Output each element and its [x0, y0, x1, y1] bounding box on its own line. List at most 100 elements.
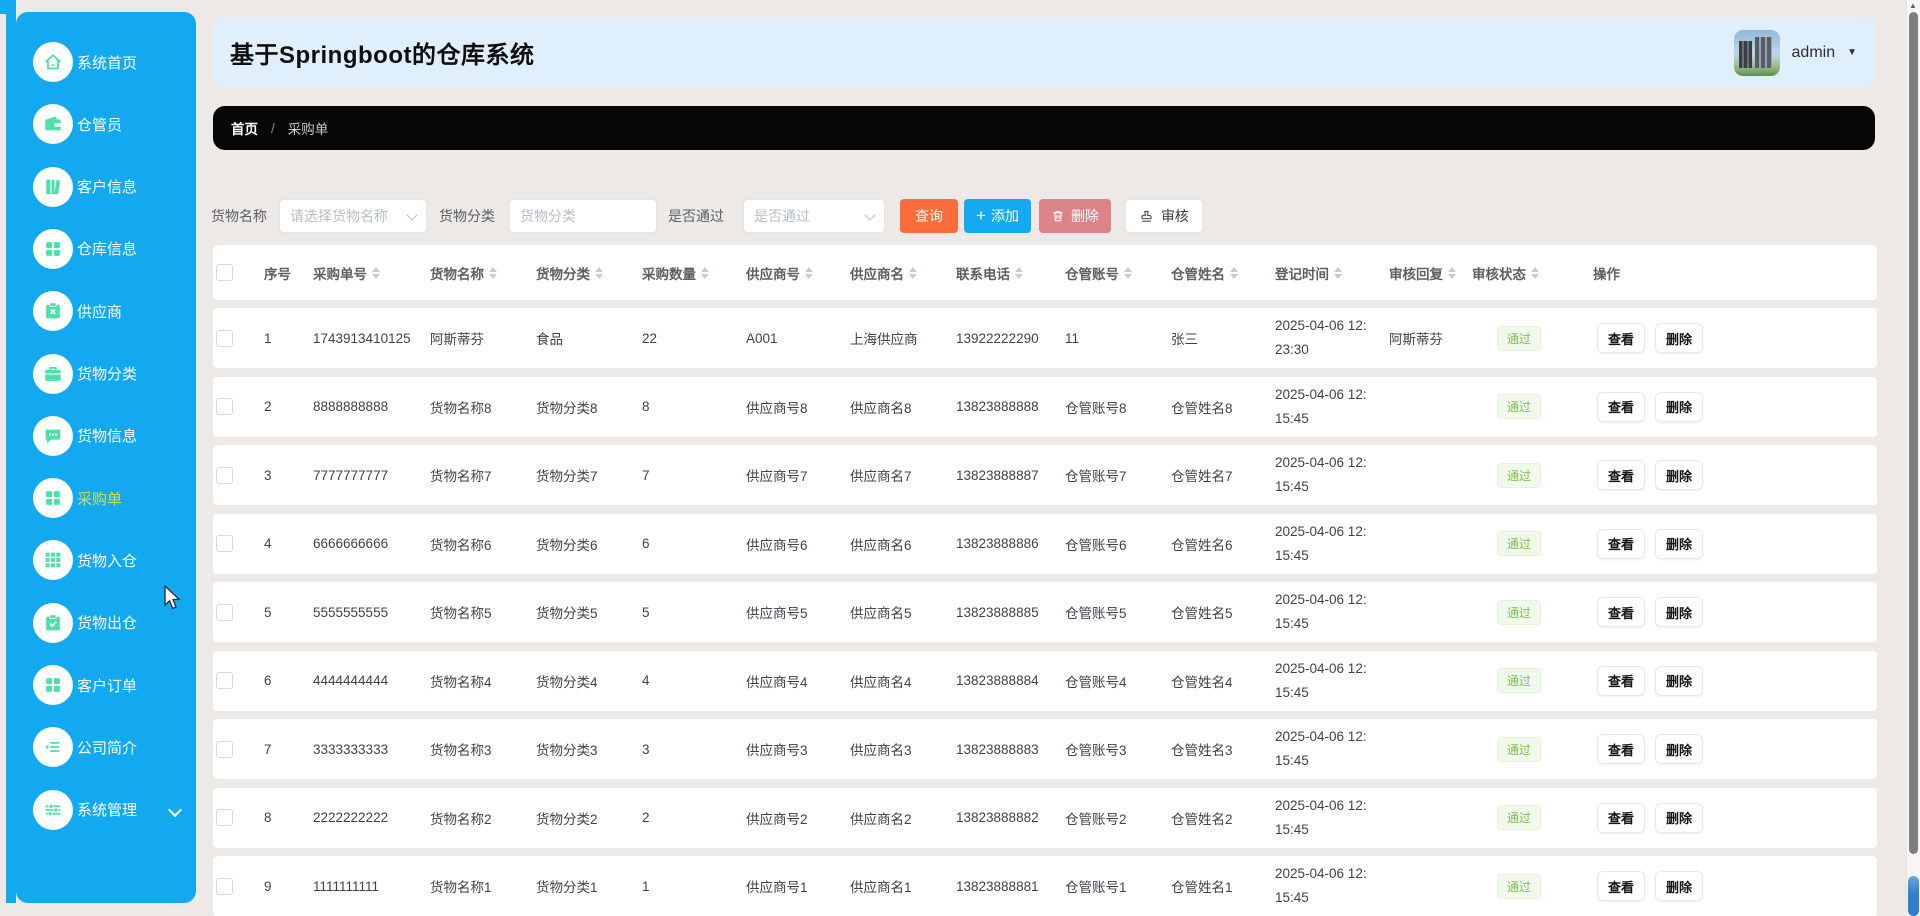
- view-button[interactable]: 查看: [1597, 391, 1646, 422]
- row-checkbox[interactable]: [216, 809, 233, 826]
- view-button[interactable]: 查看: [1597, 871, 1646, 901]
- view-button[interactable]: 查看: [1597, 802, 1646, 833]
- cell-order_no: 1743913410125: [313, 331, 430, 346]
- user-menu[interactable]: admin ▼: [1733, 29, 1857, 76]
- sort-icon[interactable]: [595, 266, 603, 279]
- goods-cat-input[interactable]: 货物分类: [509, 199, 657, 233]
- view-button[interactable]: 查看: [1597, 734, 1646, 764]
- row-checkbox[interactable]: [216, 466, 233, 484]
- row-checkbox[interactable]: [216, 603, 233, 621]
- cell-goods_name: 货物名称4: [430, 671, 536, 691]
- sidebar-item-3[interactable]: 客户信息: [16, 166, 196, 207]
- cell-mgr_name: 仓管姓名6: [1171, 534, 1275, 554]
- cell-value: 13823888888: [956, 399, 1039, 414]
- column-header-supplier_no[interactable]: 供应商号: [746, 263, 850, 283]
- sidebar-item-label: 仓库信息: [77, 241, 138, 259]
- search-button[interactable]: 查询: [900, 199, 958, 233]
- view-button[interactable]: 查看: [1597, 665, 1646, 696]
- row-checkbox[interactable]: [216, 740, 233, 758]
- select-all-checkbox[interactable]: [216, 264, 233, 281]
- column-header-reply[interactable]: 审核回复: [1389, 263, 1472, 283]
- sort-icon[interactable]: [701, 266, 709, 279]
- row-checkbox[interactable]: [216, 535, 233, 552]
- sidebar-item-4[interactable]: 仓库信息: [16, 228, 196, 269]
- add-button[interactable]: + 添加: [964, 199, 1031, 233]
- sort-icon[interactable]: [1230, 266, 1238, 279]
- cell-qty: 2: [642, 810, 746, 825]
- cell-value: 3: [642, 741, 650, 757]
- row-checkbox[interactable]: [216, 398, 233, 415]
- sort-icon[interactable]: [805, 266, 813, 279]
- column-header-qty[interactable]: 采购数量: [642, 263, 746, 283]
- row-delete-button[interactable]: 删除: [1655, 528, 1704, 559]
- view-button[interactable]: 查看: [1597, 323, 1646, 353]
- row-delete-button[interactable]: 删除: [1655, 802, 1704, 833]
- row-checkbox[interactable]: [216, 329, 233, 347]
- sidebar-item-2[interactable]: 仓管员: [16, 104, 196, 145]
- sidebar-item-7[interactable]: 货物信息: [16, 415, 196, 456]
- goods-name-select[interactable]: 请选择货物名称: [279, 199, 427, 233]
- view-button[interactable]: 查看: [1597, 460, 1646, 490]
- column-header-phone[interactable]: 联系电话: [956, 263, 1065, 283]
- sort-icon[interactable]: [1334, 266, 1342, 279]
- cell-reg_time: 2025-04-06 12: 15:45: [1275, 520, 1389, 568]
- row-delete-button[interactable]: 删除: [1655, 460, 1704, 490]
- column-header-reg_time[interactable]: 登记时间: [1275, 263, 1389, 283]
- delete-button[interactable]: 删除: [1038, 199, 1111, 233]
- cell-supplier_name: 供应商名8: [850, 397, 956, 417]
- row-delete-button[interactable]: 删除: [1655, 734, 1704, 764]
- cell-supplier_name: 供应商名4: [850, 671, 956, 691]
- sort-icon[interactable]: [909, 266, 917, 279]
- cell-value: 仓管姓名2: [1171, 811, 1233, 827]
- view-button[interactable]: 查看: [1597, 597, 1646, 627]
- avatar[interactable]: [1733, 29, 1780, 76]
- row-delete-button[interactable]: 删除: [1655, 391, 1704, 422]
- audit-button[interactable]: 审核: [1124, 199, 1203, 233]
- column-header-status[interactable]: 审核状态: [1472, 263, 1593, 283]
- column-header-order_no[interactable]: 采购单号: [313, 263, 430, 283]
- row-checkbox[interactable]: [216, 877, 233, 895]
- sort-icon[interactable]: [1124, 266, 1132, 279]
- scrollbar-track[interactable]: ▲: [1906, 0, 1920, 916]
- column-header-mgr_account[interactable]: 仓管账号: [1065, 263, 1171, 283]
- column-header-mgr_name[interactable]: 仓管姓名: [1171, 263, 1275, 283]
- sidebar-item-5[interactable]: 供应商: [16, 291, 196, 332]
- breadcrumb-home[interactable]: 首页: [231, 118, 258, 138]
- column-header-supplier_name[interactable]: 供应商名: [850, 263, 956, 283]
- row-delete-button[interactable]: 删除: [1655, 871, 1704, 901]
- cell-value: 货物名称2: [430, 811, 492, 827]
- cell-phone: 13823888887: [956, 468, 1065, 483]
- sort-icon[interactable]: [1448, 266, 1456, 279]
- cell-goods_cat: 货物分类7: [536, 465, 642, 485]
- row-delete-button[interactable]: 删除: [1655, 665, 1704, 696]
- sort-icon[interactable]: [1015, 266, 1023, 279]
- scrollbar-thumb[interactable]: [1909, 12, 1918, 854]
- column-header-goods_name[interactable]: 货物名称: [430, 263, 536, 283]
- row-delete-button[interactable]: 删除: [1655, 323, 1704, 353]
- cell-idx: 7: [264, 742, 313, 757]
- cell-mgr_name: 仓管姓名5: [1171, 602, 1275, 622]
- sort-icon[interactable]: [1531, 266, 1539, 279]
- status-badge: 通过: [1497, 736, 1542, 762]
- row-delete-button[interactable]: 删除: [1655, 597, 1704, 627]
- pass-select[interactable]: 是否通过: [743, 199, 885, 233]
- cell-reg_time: 2025-04-06 12: 15:45: [1275, 657, 1389, 705]
- cell-value: 供应商名3: [850, 743, 912, 758]
- sidebar-item-9[interactable]: 货物入仓: [16, 540, 196, 581]
- username[interactable]: admin: [1792, 44, 1836, 62]
- scroll-up-arrow-icon[interactable]: ▲: [1909, 1, 1917, 10]
- scroll-indicator[interactable]: [1908, 876, 1919, 916]
- sidebar-item-11[interactable]: 客户订单: [16, 665, 196, 705]
- cell-goods_cat: 货物分类8: [536, 397, 642, 417]
- sidebar-item-13[interactable]: 系统管理: [16, 789, 196, 830]
- cell-value: 供应商名1: [850, 880, 912, 895]
- row-checkbox[interactable]: [216, 672, 233, 689]
- column-header-goods_cat[interactable]: 货物分类: [536, 263, 642, 283]
- sidebar-item-8[interactable]: 采购单: [16, 478, 196, 519]
- view-button[interactable]: 查看: [1597, 528, 1646, 559]
- sidebar-item-1[interactable]: 系统首页: [16, 42, 196, 82]
- sidebar-item-6[interactable]: 货物分类: [16, 353, 196, 394]
- sort-icon[interactable]: [372, 266, 380, 279]
- sort-icon[interactable]: [489, 266, 497, 279]
- sidebar-item-12[interactable]: 公司简介: [16, 727, 196, 768]
